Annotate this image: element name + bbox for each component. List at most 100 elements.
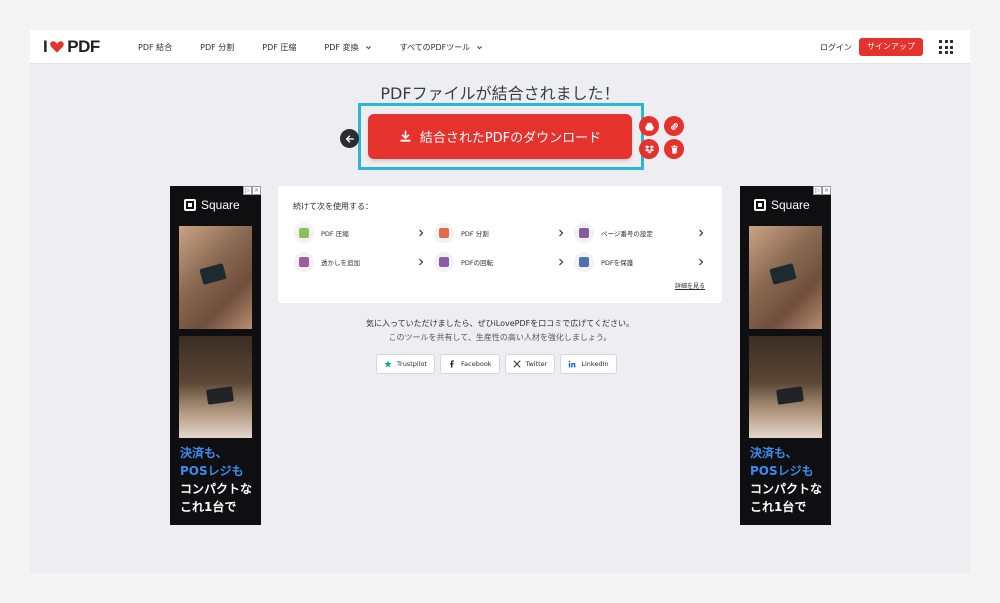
ad-line: 決済も、 bbox=[180, 446, 228, 460]
google-drive-button[interactable] bbox=[639, 116, 659, 136]
logo-letter-i: I bbox=[43, 37, 48, 56]
share-facebook-button[interactable]: Facebook bbox=[440, 354, 500, 374]
ad-image-payment bbox=[179, 226, 252, 329]
share-trustpilot-button[interactable]: Trustpilot bbox=[376, 354, 436, 374]
tool-rotate-pdf[interactable]: PDFの回転 bbox=[434, 252, 564, 272]
split-icon bbox=[434, 223, 454, 243]
ad-choices[interactable]: ▷ × bbox=[243, 186, 261, 195]
nav-merge-pdf[interactable]: PDF 結合 bbox=[138, 42, 172, 53]
chevron-down-icon bbox=[477, 45, 483, 49]
protect-icon bbox=[574, 252, 594, 272]
share-label: Facebook bbox=[461, 360, 492, 368]
chevron-right-icon bbox=[419, 258, 424, 266]
ad-close-icon[interactable]: × bbox=[822, 186, 831, 195]
x-icon bbox=[512, 360, 521, 368]
browser-viewport: I PDF PDF 結合 PDF 分割 PDF 圧縮 PDF 変換 すべてのPD… bbox=[30, 30, 970, 573]
continue-tools-card: 続けて次を使用する： PDF 圧縮 PDF 分割 ページ番号の設定 透かしを追加… bbox=[278, 186, 722, 303]
rotate-icon bbox=[434, 252, 454, 272]
nav-convert-pdf[interactable]: PDF 変換 bbox=[324, 42, 371, 53]
tool-add-watermark[interactable]: 透かしを追加 bbox=[294, 252, 424, 272]
tool-label: 透かしを追加 bbox=[321, 259, 360, 267]
star-icon bbox=[384, 360, 392, 368]
copy-link-button[interactable] bbox=[664, 116, 684, 136]
ad-close-icon[interactable]: × bbox=[252, 186, 261, 195]
ad-info-icon[interactable]: ▷ bbox=[813, 186, 822, 195]
ad-line: POSレジも bbox=[180, 464, 244, 478]
page-numbers-icon bbox=[574, 223, 594, 243]
ad-copy: 決済も、 POSレジも コンパクトな これ1台で bbox=[750, 444, 822, 516]
nav-label: PDF 変換 bbox=[324, 42, 359, 52]
tool-label: PDFの回転 bbox=[461, 259, 494, 267]
nav-label: すべてのPDFツール bbox=[399, 42, 471, 52]
signup-button[interactable]: サインアップ bbox=[859, 38, 923, 56]
chevron-down-icon bbox=[365, 45, 371, 49]
ad-banner-right[interactable]: ▷ × Square 決済も、 POSレジも コンパクトな これ1台で bbox=[740, 186, 831, 525]
login-link[interactable]: ログイン bbox=[820, 42, 852, 53]
ad-line: 決済も、 bbox=[750, 446, 798, 460]
delete-button[interactable] bbox=[664, 139, 684, 159]
download-icon bbox=[400, 130, 411, 142]
heart-icon bbox=[50, 41, 64, 53]
ad-image-pos bbox=[179, 336, 252, 438]
square-logo-icon bbox=[184, 199, 196, 211]
download-merged-pdf-button[interactable]: 結合されたPDFのダウンロード bbox=[368, 114, 632, 159]
continue-title: 続けて次を使用する： bbox=[293, 202, 373, 211]
trash-icon bbox=[670, 144, 678, 154]
share-submessage: このツールを共有して、生産性の高い人材を強化しましょう。 bbox=[388, 333, 612, 342]
download-label: 結合されたPDFのダウンロード bbox=[419, 131, 602, 146]
chevron-right-icon bbox=[419, 229, 424, 237]
ad-line: これ1台で bbox=[750, 500, 807, 514]
watermark-icon bbox=[294, 252, 314, 272]
nav-label: PDF 結合 bbox=[138, 42, 173, 52]
ad-brand: Square bbox=[754, 198, 810, 212]
ad-line: POSレジも bbox=[750, 464, 814, 478]
nav-label: PDF 圧縮 bbox=[262, 42, 297, 52]
ad-info-icon[interactable]: ▷ bbox=[243, 186, 252, 195]
nav-label: PDF 分割 bbox=[200, 42, 235, 52]
square-logo-icon bbox=[754, 199, 766, 211]
ad-image-payment bbox=[749, 226, 822, 329]
main-nav: PDF 結合 PDF 分割 PDF 圧縮 PDF 変換 すべてのPDFツール bbox=[138, 30, 511, 64]
share-twitter-button[interactable]: Twitter bbox=[504, 354, 556, 374]
link-icon bbox=[670, 122, 678, 130]
ad-line: コンパクトな bbox=[180, 482, 253, 496]
nav-split-pdf[interactable]: PDF 分割 bbox=[200, 42, 234, 53]
nav-compress-pdf[interactable]: PDF 圧縮 bbox=[262, 42, 296, 53]
tool-label: PDF 分割 bbox=[461, 230, 489, 238]
nav-all-tools[interactable]: すべてのPDFツール bbox=[400, 42, 484, 53]
share-message: 気に入っていただけましたら、ぜひiLovePDFを口コミで広げてください。 bbox=[365, 319, 635, 328]
tool-compress-pdf[interactable]: PDF 圧縮 bbox=[294, 223, 424, 243]
ad-brand-name: Square bbox=[201, 198, 240, 212]
header-actions: ログイン サインアップ bbox=[820, 30, 953, 64]
tool-label: PDFを保護 bbox=[601, 259, 634, 267]
ad-banner-left[interactable]: ▷ × Square 決済も、 POSレジも コンパクトな これ1台で bbox=[170, 186, 261, 525]
apps-grid-icon[interactable] bbox=[939, 40, 953, 54]
chevron-right-icon bbox=[699, 258, 704, 266]
result-title: PDFファイルが結合されました！ bbox=[380, 84, 620, 103]
back-button[interactable] bbox=[340, 129, 359, 148]
tool-label: PDF 圧縮 bbox=[321, 230, 349, 238]
ilovepdf-logo[interactable]: I PDF bbox=[43, 37, 100, 57]
dropbox-button[interactable] bbox=[639, 139, 659, 159]
ad-copy: 決済も、 POSレジも コンパクトな これ1台で bbox=[180, 444, 252, 516]
ad-image-pos bbox=[749, 336, 822, 438]
chevron-right-icon bbox=[699, 229, 704, 237]
see-more-link[interactable]: 詳細を見る bbox=[675, 281, 705, 290]
ad-line: これ1台で bbox=[180, 500, 237, 514]
compress-icon bbox=[294, 223, 314, 243]
chevron-right-icon bbox=[559, 258, 564, 266]
ad-choices[interactable]: ▷ × bbox=[813, 186, 831, 195]
share-label: LinkedIn bbox=[581, 360, 609, 368]
tool-protect-pdf[interactable]: PDFを保護 bbox=[574, 252, 704, 272]
share-linkedin-button[interactable]: LinkedIn bbox=[560, 354, 617, 374]
chevron-right-icon bbox=[559, 229, 564, 237]
share-label: Trustpilot bbox=[397, 360, 428, 368]
tool-split-pdf[interactable]: PDF 分割 bbox=[434, 223, 564, 243]
ad-line: コンパクトな bbox=[750, 482, 823, 496]
share-label: Twitter bbox=[525, 360, 548, 368]
linkedin-icon bbox=[569, 360, 576, 368]
logo-word-pdf: PDF bbox=[67, 37, 100, 56]
tool-page-numbers[interactable]: ページ番号の設定 bbox=[574, 223, 704, 243]
dropbox-icon bbox=[644, 144, 654, 154]
drive-icon bbox=[644, 122, 654, 131]
